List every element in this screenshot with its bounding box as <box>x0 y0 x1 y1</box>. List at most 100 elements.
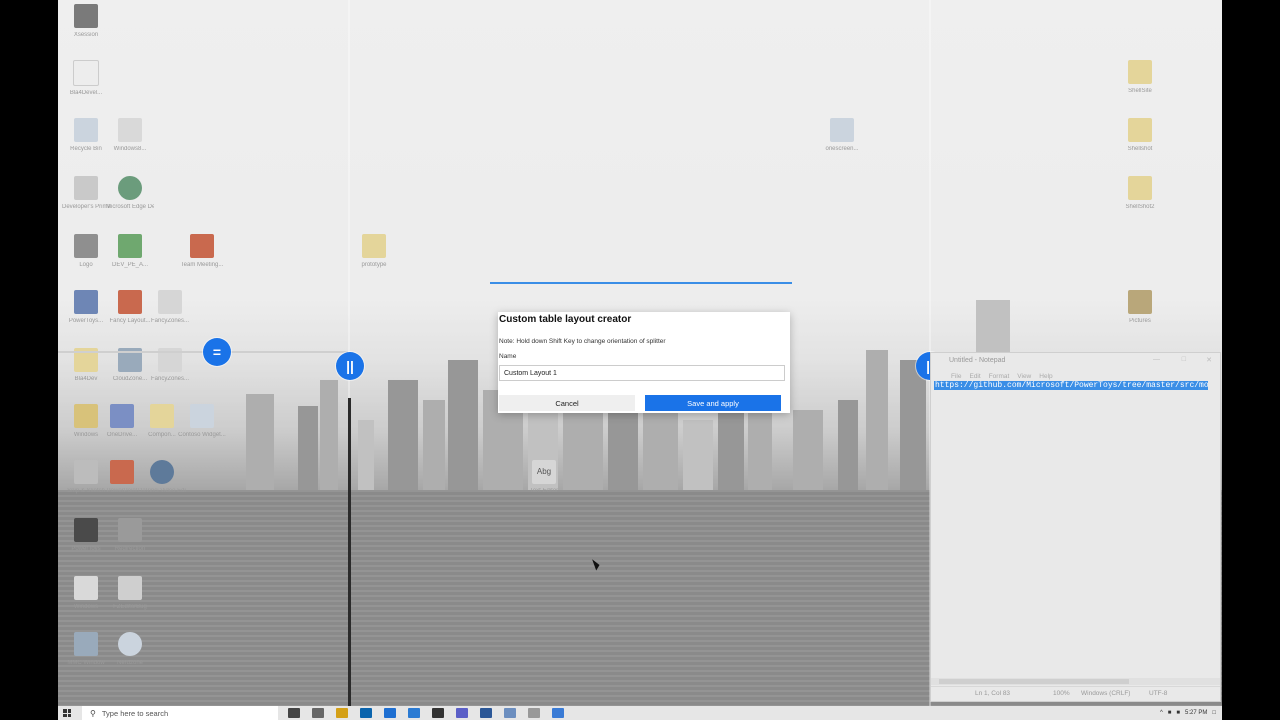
desktop-icon[interactable]: Windows8... <box>106 118 154 152</box>
close-icon[interactable]: ✕ <box>1206 356 1212 364</box>
maximize-icon[interactable]: □ <box>1182 356 1186 363</box>
vertical-scrollbar[interactable] <box>1214 375 1220 675</box>
desktop-icon[interactable]: Xsession <box>62 4 110 38</box>
edge-icon[interactable] <box>384 708 396 718</box>
file-explorer-icon[interactable] <box>336 708 348 718</box>
window-icon <box>118 576 142 600</box>
recycle-bin-icon <box>74 118 98 142</box>
windows-start-icon[interactable] <box>63 709 71 717</box>
file-icon <box>73 60 99 86</box>
powerpoint-icon <box>118 290 142 314</box>
status-eol: Windows (CRLF) <box>1081 690 1131 697</box>
desktop-icon[interactable]: Microsoft Edge Dev <box>106 176 154 210</box>
powertoys-icon <box>74 518 98 542</box>
desktop-icon[interactable]: Logo <box>62 234 110 268</box>
desktop-icon[interactable]: FZEditorBug <box>106 576 154 610</box>
desktop-icon[interactable]: Pictures <box>1116 290 1164 324</box>
app-icon <box>74 176 98 200</box>
tray-chevron-icon[interactable]: ^ <box>1160 710 1163 716</box>
desktop-icon[interactable]: Bla4Devel... <box>62 60 110 96</box>
notification-icon[interactable]: □ <box>1212 710 1216 716</box>
volume-icon[interactable]: ■ <box>1176 710 1180 716</box>
desktop-icon[interactable]: Bla4Dev <box>62 348 110 382</box>
taskbar: ⚲ Type here to search ^ ■ ■ 5:27 PM □ <box>58 706 1222 720</box>
notepad-titlebar[interactable]: Untitled - Notepad — □ ✕ <box>931 353 1220 367</box>
name-label: Name <box>499 353 517 360</box>
desktop: Xsession Bla4Devel... Recycle Bin Window… <box>58 0 1222 706</box>
splitter-handle-horizontal[interactable]: = <box>203 338 231 366</box>
system-tray: ^ ■ ■ 5:27 PM □ <box>1160 706 1216 720</box>
word-icon[interactable] <box>480 708 492 718</box>
scrollbar-thumb[interactable] <box>939 679 1129 684</box>
menu-file[interactable]: File <box>951 373 961 380</box>
desktop-icon[interactable]: MMC Window <box>62 632 110 666</box>
notepad-window[interactable]: Untitled - Notepad — □ ✕ File Edit Forma… <box>930 352 1221 702</box>
cancel-button[interactable]: Cancel <box>499 395 635 411</box>
file-icon <box>190 404 214 428</box>
menu-help[interactable]: Help <box>1039 373 1052 380</box>
desktop-icon[interactable]: PowerToys <box>62 518 110 552</box>
status-position: Ln 1, Col 83 <box>975 690 1011 697</box>
desktop-icon[interactable]: FancyZones... <box>146 290 194 324</box>
desktop-icon[interactable]: ShellSite <box>1116 60 1164 94</box>
status-encoding: UTF-8 <box>1149 690 1168 697</box>
cortana-icon[interactable] <box>288 708 300 718</box>
outlook-icon[interactable] <box>360 708 372 718</box>
fancyzones-editor-icon[interactable] <box>552 708 564 718</box>
splitter-handle-vertical[interactable]: || <box>336 352 364 380</box>
menu-edit[interactable]: Edit <box>969 373 980 380</box>
desktop-icon[interactable]: onescreen... <box>818 118 866 152</box>
desktop-icon[interactable]: Windows <box>62 576 110 610</box>
notepad-text-selection[interactable]: https://github.com/Microsoft/PowerToys/t… <box>934 381 1208 390</box>
search-placeholder: Type here to search <box>101 708 169 718</box>
desktop-icon[interactable]: DEV_PE_A... <box>106 234 154 268</box>
minimize-icon[interactable]: — <box>1153 356 1160 363</box>
desktop-icon[interactable]: PowerToys... <box>62 290 110 324</box>
desktop-icon[interactable]: ShellShot2 <box>1116 176 1164 210</box>
powerpoint-icon <box>190 234 214 258</box>
task-view-icon[interactable] <box>312 708 324 718</box>
onedrive-icon <box>110 404 134 428</box>
custom-layout-dialog: Custom table layout creator Note: Hold d… <box>498 312 790 413</box>
save-and-apply-button[interactable]: Save and apply <box>645 395 781 411</box>
menu-format[interactable]: Format <box>989 373 1010 380</box>
dialog-note: Note: Hold down Shift Key to change orie… <box>499 338 666 345</box>
taskbar-search-box[interactable]: ⚲ Type here to search <box>82 706 278 720</box>
search-icon: ⚲ <box>90 708 96 718</box>
dialog-title: Custom table layout creator <box>499 314 632 325</box>
layout-name-input[interactable] <box>499 365 785 381</box>
vscode-icon[interactable] <box>408 708 420 718</box>
video-editor-icon <box>150 460 174 484</box>
folder-icon <box>74 404 98 428</box>
app-icon <box>74 290 98 314</box>
desktop-icon[interactable]: Abg Text Editor <box>520 460 568 494</box>
photos-icon[interactable] <box>504 708 516 718</box>
network-icon[interactable]: ■ <box>1168 710 1172 716</box>
excel-icon <box>118 234 142 258</box>
folder-icon <box>1128 118 1152 142</box>
horizontal-scrollbar[interactable] <box>931 678 1220 685</box>
desktop-icon[interactable]: DaVinci Video Editor <box>138 460 186 494</box>
desktop-icon[interactable]: Recycle Bin <box>62 118 110 152</box>
desktop-icon[interactable]: Shellshot <box>1116 118 1164 152</box>
taskbar-apps <box>288 708 564 718</box>
abg-icon: Abg <box>532 460 556 484</box>
image-icon <box>74 234 98 258</box>
mail-icon[interactable] <box>528 708 540 718</box>
window-icon <box>74 576 98 600</box>
desktop-icon[interactable]: FancyZones... <box>146 348 194 382</box>
menu-view[interactable]: View <box>1017 373 1031 380</box>
desktop-icon[interactable]: Team Meeting... <box>178 234 226 268</box>
desktop-icon[interactable]: prototype <box>350 234 398 268</box>
desktop-icon[interactable]: Developer's Primary Kit <box>62 176 110 210</box>
file-icon <box>830 118 854 142</box>
clock[interactable]: 5:27 PM <box>1185 710 1207 716</box>
terminal-icon[interactable] <box>432 708 444 718</box>
teams-icon[interactable] <box>456 708 468 718</box>
edge-dev-icon <box>118 176 142 200</box>
splitter-vertical-lower[interactable] <box>348 398 351 706</box>
desktop-icon[interactable]: Contoso Widget... <box>178 404 226 438</box>
desktop-icon[interactable]: Redirection <box>106 518 154 552</box>
desktop-icon[interactable]: Nerdzone <box>106 632 154 666</box>
snip-icon <box>74 460 98 484</box>
